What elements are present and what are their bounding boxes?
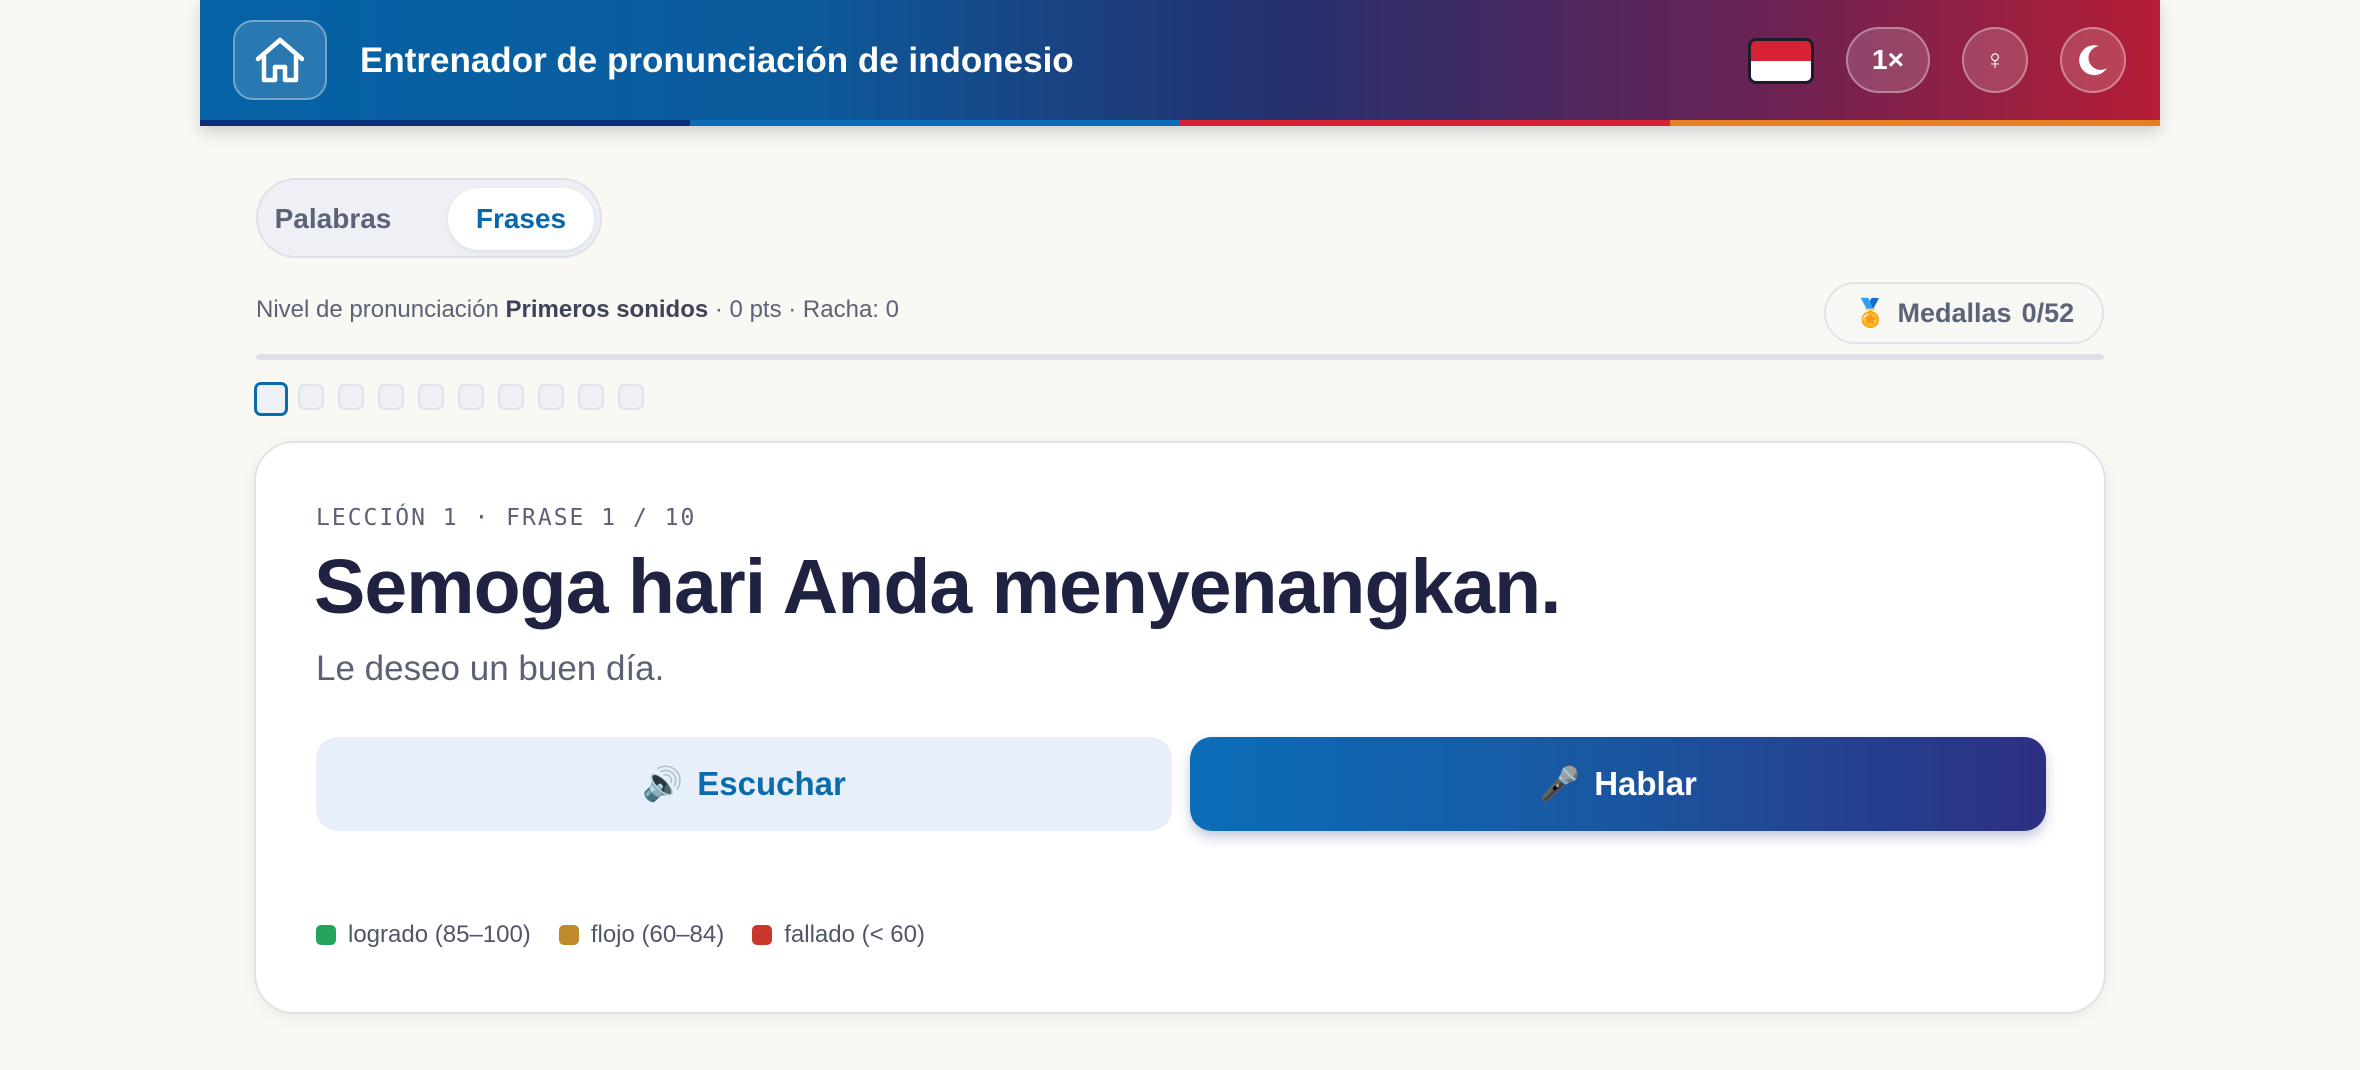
level-prefix: Nivel de pronunciación xyxy=(256,296,499,323)
listen-button[interactable]: 🔊 Escuchar xyxy=(316,737,1172,831)
medal-icon: 🏅 xyxy=(1853,298,1888,328)
medals-count: 0/52 xyxy=(2021,297,2075,328)
app-title: Entrenador de pronunciación de indonesio xyxy=(360,41,1074,80)
speaker-icon: 🔊 xyxy=(642,764,684,802)
legend-label: fallado (< 60) xyxy=(784,921,925,948)
lesson-dot-1[interactable] xyxy=(254,382,288,416)
mode-toggle: Palabras Frases xyxy=(256,178,602,258)
flag-red-band xyxy=(1751,41,1811,61)
level-progress-bar xyxy=(256,354,2104,360)
speak-button[interactable]: 🎤 Hablar xyxy=(1190,737,2046,831)
language-flag-button[interactable] xyxy=(1748,38,1814,84)
lesson-dot-2[interactable] xyxy=(298,384,324,410)
phrase-card: LECCIÓN 1 · FRASE 1 / 10 Semoga hari And… xyxy=(254,441,2106,1014)
lesson-dot-5[interactable] xyxy=(418,384,444,410)
app-header: Entrenador de pronunciación de indonesio… xyxy=(200,0,2160,126)
legend-item: flojo (60–84) xyxy=(558,921,725,949)
lesson-dot-7[interactable] xyxy=(498,384,524,410)
header-stripe xyxy=(200,120,2160,126)
moon-icon xyxy=(2079,45,2107,76)
speed-button[interactable]: 1× xyxy=(1846,27,1930,93)
stripe-segment xyxy=(200,120,690,126)
medals-label: Medallas xyxy=(1897,297,2012,328)
legend-label: flojo (60–84) xyxy=(590,921,725,948)
legend-item: fallado (< 60) xyxy=(752,921,925,949)
home-icon xyxy=(255,37,305,83)
score-legend: logrado (85–100) flojo (60–84) fallado (< … xyxy=(316,921,925,949)
legend-swatch xyxy=(558,925,579,945)
tab-words[interactable]: Palabras xyxy=(272,188,394,250)
stripe-segment xyxy=(1180,120,1670,126)
medals-button[interactable]: 🏅 Medallas 0/52 xyxy=(1824,282,2104,344)
level-status: Nivel de pronunciación Primeros sonidos … xyxy=(256,296,899,324)
legend-item: logrado (85–100) xyxy=(316,921,531,949)
stripe-segment xyxy=(690,120,1180,126)
lesson-dot-6[interactable] xyxy=(458,384,484,410)
lesson-dot-10[interactable] xyxy=(618,384,644,410)
tab-phrases[interactable]: Frases xyxy=(448,188,594,250)
level-name: Primeros sonidos xyxy=(505,296,709,323)
speak-label: Hablar xyxy=(1594,765,1697,802)
phrase-translation: Le deseo un buen día. xyxy=(316,649,665,688)
gender-icon: ♀ xyxy=(1984,44,2006,75)
stripe-segment xyxy=(1670,120,2160,126)
flag-white-band xyxy=(1751,61,1811,81)
points-streak: · 0 pts · Racha: 0 xyxy=(714,296,899,323)
lesson-dot-9[interactable] xyxy=(578,384,604,410)
listen-label: Escuchar xyxy=(697,765,846,802)
lesson-dot-8[interactable] xyxy=(538,384,564,410)
legend-swatch xyxy=(752,925,773,945)
voice-gender-button[interactable]: ♀ xyxy=(1962,27,2028,93)
lesson-eyebrow: LECCIÓN 1 · FRASE 1 / 10 xyxy=(316,505,697,531)
legend-swatch xyxy=(316,925,336,945)
lesson-dot-3[interactable] xyxy=(338,384,364,410)
target-phrase: Semoga hari Anda menyenangkan. xyxy=(314,544,1562,630)
lesson-dot-4[interactable] xyxy=(378,384,404,410)
home-button[interactable] xyxy=(233,20,327,100)
microphone-icon: 🎤 xyxy=(1539,764,1581,802)
theme-toggle-button[interactable] xyxy=(2060,27,2126,93)
legend-label: logrado (85–100) xyxy=(348,921,531,948)
